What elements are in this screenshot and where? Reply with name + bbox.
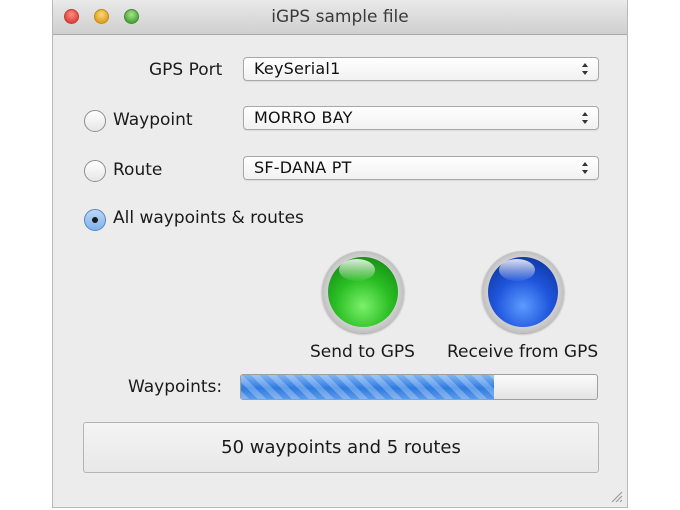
all-waypoints-routes-radio[interactable] bbox=[84, 209, 106, 231]
popup-arrows-icon bbox=[582, 63, 588, 75]
send-to-gps-label: Send to GPS bbox=[310, 342, 415, 362]
waypoints-progress-label: Waypoints: bbox=[128, 377, 223, 397]
app-window: iGPS sample file GPS Port KeySerial1 Way… bbox=[52, 0, 628, 508]
send-to-gps-button[interactable] bbox=[322, 251, 404, 333]
waypoint-value: MORRO BAY bbox=[254, 108, 353, 127]
all-waypoints-routes-label: All waypoints & routes bbox=[113, 208, 304, 228]
receive-from-gps-label: Receive from GPS bbox=[447, 342, 599, 362]
route-radio[interactable] bbox=[84, 160, 106, 182]
receive-from-gps-button[interactable] bbox=[482, 251, 564, 333]
route-value: SF-DANA PT bbox=[254, 158, 352, 177]
gps-port-value: KeySerial1 bbox=[254, 59, 341, 78]
waypoints-progress-bar bbox=[240, 374, 598, 400]
title-bar[interactable]: iGPS sample file bbox=[53, 0, 627, 35]
resize-grip-icon[interactable] bbox=[609, 489, 623, 503]
receive-button-shine bbox=[499, 259, 535, 281]
send-button-shine bbox=[339, 259, 375, 281]
gps-port-select[interactable]: KeySerial1 bbox=[243, 57, 599, 81]
waypoint-label: Waypoint bbox=[113, 110, 193, 130]
popup-arrows-icon bbox=[582, 162, 588, 174]
route-select[interactable]: SF-DANA PT bbox=[243, 156, 599, 180]
waypoint-radio[interactable] bbox=[84, 110, 106, 132]
popup-arrows-icon bbox=[582, 112, 588, 124]
waypoint-select[interactable]: MORRO BAY bbox=[243, 106, 599, 130]
radio-selected-dot bbox=[92, 217, 98, 223]
window-title: iGPS sample file bbox=[271, 7, 409, 27]
status-box: 50 waypoints and 5 routes bbox=[83, 422, 599, 473]
status-text: 50 waypoints and 5 routes bbox=[221, 437, 461, 458]
gps-port-label: GPS Port bbox=[149, 60, 223, 80]
progress-fill bbox=[241, 375, 494, 399]
route-label: Route bbox=[113, 160, 163, 180]
